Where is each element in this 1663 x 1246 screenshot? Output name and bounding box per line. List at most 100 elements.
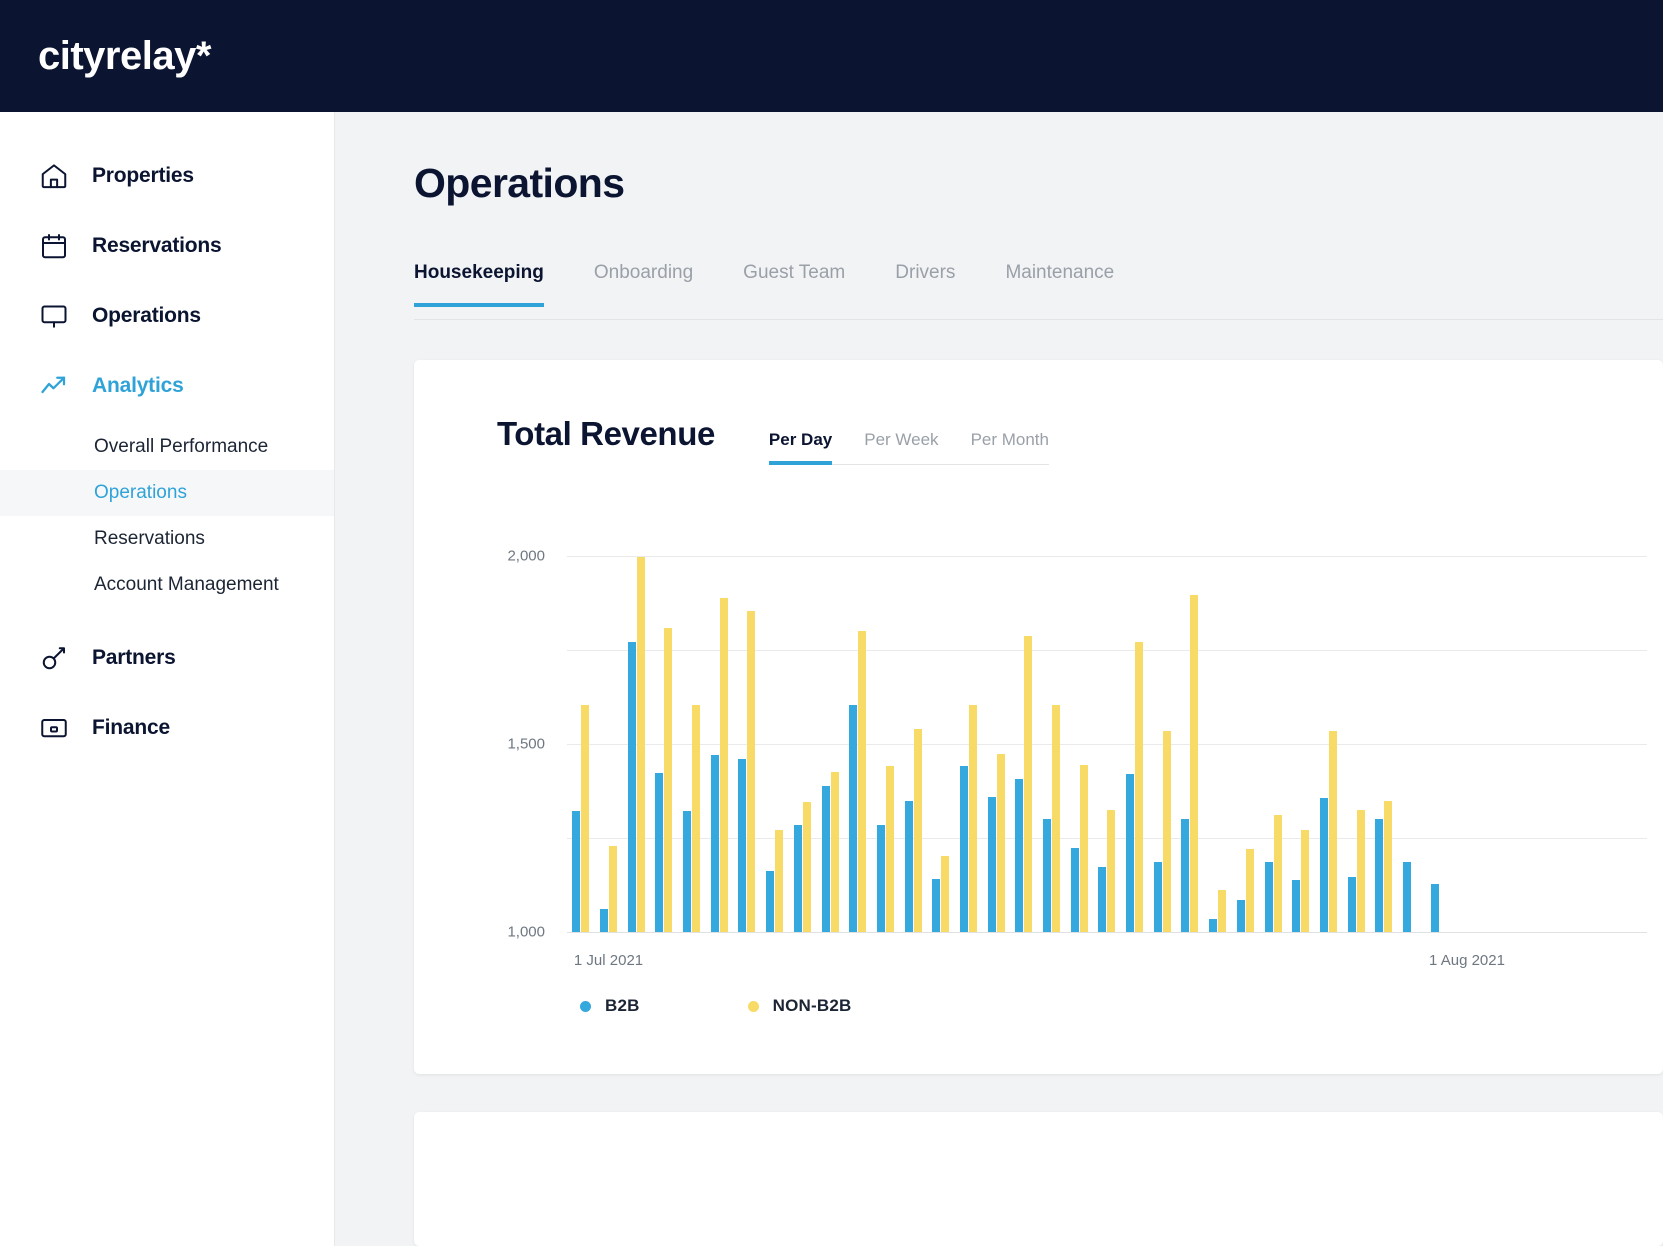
bar-non-b2b[interactable]	[968, 704, 977, 932]
bar-group[interactable]	[567, 556, 595, 932]
bar-group[interactable]	[1065, 556, 1093, 932]
bar-group[interactable]	[1591, 556, 1619, 932]
granularity-per-week[interactable]: Per Week	[864, 430, 938, 464]
sidebar-item-operations[interactable]: Operations	[0, 292, 334, 340]
bar-b2b[interactable]	[683, 810, 692, 932]
tab-drivers[interactable]: Drivers	[895, 262, 955, 306]
bar-b2b[interactable]	[627, 641, 636, 932]
bar-group[interactable]	[1564, 556, 1592, 932]
sidebar-subitem-reservations[interactable]: Reservations	[0, 516, 334, 562]
bar-b2b[interactable]	[655, 773, 664, 932]
bar-group[interactable]	[1010, 556, 1038, 932]
bar-group[interactable]	[1121, 556, 1149, 932]
tab-onboarding[interactable]: Onboarding	[594, 262, 693, 306]
bar-group[interactable]	[595, 556, 623, 932]
bar-group[interactable]	[1453, 556, 1481, 932]
bar-non-b2b[interactable]	[1384, 801, 1393, 932]
bar-group[interactable]	[1370, 556, 1398, 932]
bar-b2b[interactable]	[1153, 861, 1162, 932]
bar-b2b[interactable]	[1264, 861, 1273, 932]
bar-non-b2b[interactable]	[1024, 635, 1033, 932]
bar-b2b[interactable]	[932, 879, 941, 932]
bar-non-b2b[interactable]	[1107, 809, 1116, 932]
bar-b2b[interactable]	[1319, 797, 1328, 932]
bar-group[interactable]	[1425, 556, 1453, 932]
bar-b2b[interactable]	[793, 824, 802, 932]
sidebar-subitem-account-management[interactable]: Account Management	[0, 562, 334, 608]
bar-b2b[interactable]	[1181, 819, 1190, 932]
bar-group[interactable]	[1259, 556, 1287, 932]
bar-non-b2b[interactable]	[996, 754, 1005, 932]
bar-b2b[interactable]	[904, 801, 913, 932]
bar-group[interactable]	[982, 556, 1010, 932]
bar-non-b2b[interactable]	[830, 772, 839, 932]
bar-non-b2b[interactable]	[941, 855, 950, 932]
legend-item-b2b[interactable]: B2B	[580, 996, 640, 1016]
bar-group[interactable]	[622, 556, 650, 932]
bar-group[interactable]	[1038, 556, 1066, 932]
bar-group[interactable]	[1176, 556, 1204, 932]
bar-b2b[interactable]	[1430, 884, 1439, 932]
sidebar-item-partners[interactable]: Partners	[0, 634, 334, 682]
bar-non-b2b[interactable]	[664, 628, 673, 932]
bar-non-b2b[interactable]	[802, 802, 811, 932]
bar-b2b[interactable]	[572, 810, 581, 932]
bar-group[interactable]	[1093, 556, 1121, 932]
bar-non-b2b[interactable]	[1273, 815, 1282, 932]
bar-non-b2b[interactable]	[1301, 830, 1310, 932]
bar-group[interactable]	[1287, 556, 1315, 932]
bar-group[interactable]	[705, 556, 733, 932]
bar-b2b[interactable]	[710, 755, 719, 932]
sidebar-item-analytics[interactable]: Analytics	[0, 362, 334, 410]
bar-b2b[interactable]	[1043, 819, 1052, 932]
bar-group[interactable]	[1315, 556, 1343, 932]
bar-b2b[interactable]	[1236, 900, 1245, 932]
bar-non-b2b[interactable]	[1218, 889, 1227, 932]
bar-group[interactable]	[1148, 556, 1176, 932]
bar-b2b[interactable]	[876, 824, 885, 932]
bar-b2b[interactable]	[600, 908, 609, 932]
bar-group[interactable]	[872, 556, 900, 932]
bar-b2b[interactable]	[1402, 861, 1411, 932]
bar-group[interactable]	[1508, 556, 1536, 932]
bar-group[interactable]	[1398, 556, 1426, 932]
bar-non-b2b[interactable]	[581, 705, 590, 932]
bar-group[interactable]	[1536, 556, 1564, 932]
bar-b2b[interactable]	[849, 705, 858, 932]
tab-housekeeping[interactable]: Housekeeping	[414, 262, 544, 307]
bar-group[interactable]	[955, 556, 983, 932]
bar-b2b[interactable]	[821, 786, 830, 932]
legend-item-non-b2b[interactable]: NON-B2B	[747, 996, 852, 1016]
bar-b2b[interactable]	[1209, 918, 1218, 932]
bar-group[interactable]	[816, 556, 844, 932]
bar-non-b2b[interactable]	[1245, 849, 1254, 932]
bar-group[interactable]	[844, 556, 872, 932]
bar-group[interactable]	[1342, 556, 1370, 932]
bar-non-b2b[interactable]	[719, 598, 728, 932]
bar-b2b[interactable]	[1098, 867, 1107, 932]
bar-group[interactable]	[1232, 556, 1260, 932]
granularity-per-day[interactable]: Per Day	[768, 430, 833, 465]
bar-non-b2b[interactable]	[692, 705, 701, 932]
bar-b2b[interactable]	[766, 870, 775, 932]
bar-b2b[interactable]	[1375, 819, 1384, 932]
sidebar-item-properties[interactable]: Properties	[0, 152, 334, 200]
bar-b2b[interactable]	[987, 796, 996, 932]
bar-b2b[interactable]	[738, 759, 747, 932]
bar-group[interactable]	[899, 556, 927, 932]
bar-group[interactable]	[1619, 556, 1647, 932]
sidebar-item-finance[interactable]: Finance	[0, 704, 334, 752]
bar-non-b2b[interactable]	[636, 556, 645, 932]
tab-maintenance[interactable]: Maintenance	[1005, 262, 1114, 306]
bar-non-b2b[interactable]	[747, 610, 756, 932]
bar-non-b2b[interactable]	[1356, 809, 1365, 932]
bar-non-b2b[interactable]	[609, 846, 618, 932]
bar-non-b2b[interactable]	[885, 765, 894, 932]
brand-logo[interactable]: cityrelay*	[38, 34, 211, 79]
bar-non-b2b[interactable]	[1162, 730, 1171, 932]
bar-b2b[interactable]	[1015, 778, 1024, 932]
bar-b2b[interactable]	[1070, 848, 1079, 932]
bar-group[interactable]	[927, 556, 955, 932]
sidebar-item-reservations[interactable]: Reservations	[0, 222, 334, 270]
sidebar-subitem-overall-performance[interactable]: Overall Performance	[0, 424, 334, 470]
